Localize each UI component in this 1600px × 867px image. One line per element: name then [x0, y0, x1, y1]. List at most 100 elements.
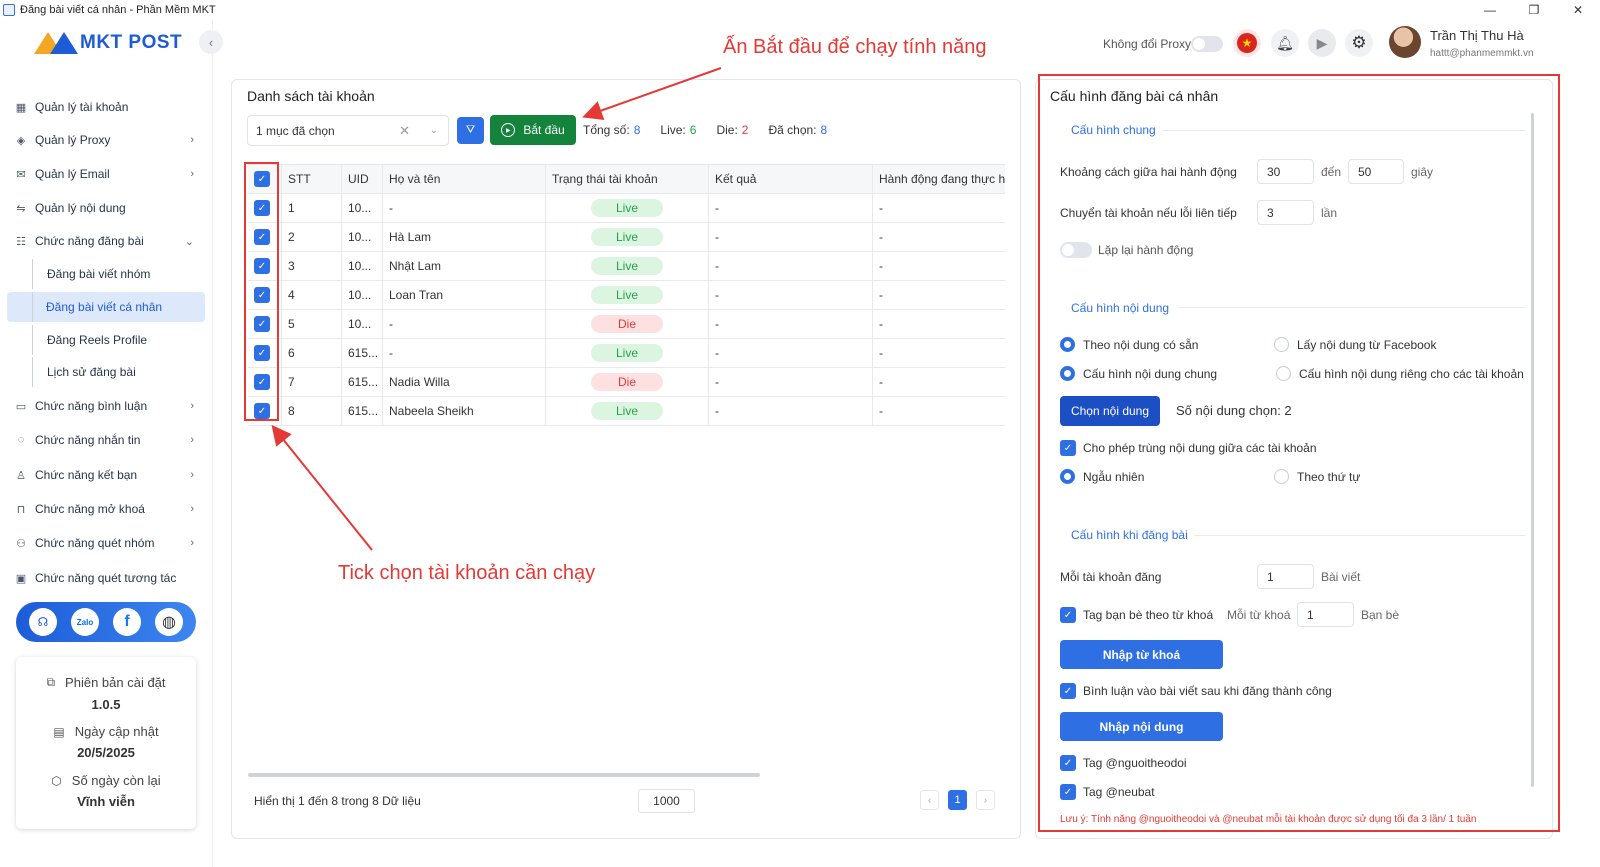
layers-icon: ◈ [16, 134, 26, 147]
sidebar-item-proxy[interactable]: ◈ Quản lý Proxy › [14, 128, 204, 152]
sidebar-subitem-reels[interactable]: Đăng Reels Profile [32, 325, 205, 355]
bell-icon[interactable]: 🔔︎ [1271, 29, 1299, 57]
table-row[interactable]: ✓ 8 615... Nabeela Sheikh Live - - [248, 397, 1005, 426]
cell-uid: 10... [342, 194, 383, 222]
sidebar-item-scan-interaction[interactable]: ▣ Chức năng quét tương tác [14, 566, 204, 590]
cell-name: Nabeela Sheikh [383, 397, 546, 425]
days-value: Vĩnh viễn [77, 794, 135, 809]
box-icon: ⬡ [51, 773, 62, 788]
status-badge: Live [591, 228, 663, 246]
table-row[interactable]: ✓ 2 10... Hà Lam Live - - [248, 223, 1005, 252]
cell-result: - [709, 223, 873, 251]
sidebar-item-message[interactable]: ◌ Chức năng nhắn tin › [14, 428, 204, 452]
page-1-button[interactable]: 1 [948, 790, 967, 810]
cell-status: Live [546, 252, 709, 280]
table-row[interactable]: ✓ 4 10... Loan Tran Live - - [248, 281, 1005, 310]
cell-name: - [383, 310, 546, 338]
prev-page-button[interactable]: ‹ [920, 790, 939, 810]
group-icon: ⚇ [16, 537, 26, 550]
globe-icon[interactable]: ◍ [155, 608, 183, 636]
total-label: Tổng số: [583, 123, 630, 137]
zalo-icon[interactable]: Zalo [71, 608, 99, 636]
chevron-down-icon[interactable]: ⌄ [430, 125, 438, 136]
cell-result: - [709, 368, 873, 396]
sidebar-item-scan-group[interactable]: ⚇ Chức năng quét nhóm › [14, 531, 204, 555]
sidebar-subitem-group-post[interactable]: Đăng bài viết nhóm [32, 259, 205, 289]
sidebar-item-comment[interactable]: ▭ Chức năng bình luận › [14, 394, 204, 418]
page-size-select[interactable]: 1000 [638, 789, 695, 813]
col-stt[interactable]: STT [282, 165, 342, 193]
table-row[interactable]: ✓ 6 615... - Live - - [248, 339, 1005, 368]
status-badge: Live [591, 344, 663, 362]
cell-name: - [383, 194, 546, 222]
table-row[interactable]: ✓ 5 10... - Die - - [248, 310, 1005, 339]
col-result[interactable]: Kết quả [709, 165, 873, 193]
table-footer-text: Hiển thị 1 đến 8 trong 8 Dữ liệu [254, 794, 421, 808]
chevron-right-icon: › [190, 400, 194, 412]
cell-result: - [709, 397, 873, 425]
status-badge: Live [591, 286, 663, 304]
sidebar-item-label: Chức năng mở khoá [35, 502, 145, 516]
proxy-label: Không đổi Proxy [1103, 37, 1192, 51]
cell-status: Live [546, 397, 709, 425]
sidebar-subitem-history[interactable]: Lịch sử đăng bài [32, 357, 205, 387]
gear-icon[interactable]: ⚙ [1345, 29, 1373, 57]
logo-mark-icon [34, 32, 78, 54]
account-select[interactable]: 1 mục đã chọn ✕ ⌄ [247, 115, 449, 146]
minimize-button[interactable]: — [1468, 0, 1512, 20]
sidebar-item-accounts[interactable]: ▦ Quản lý tài khoản [14, 95, 204, 119]
cell-result: - [709, 339, 873, 367]
cell-result: - [709, 310, 873, 338]
restore-button[interactable]: ❐ [1512, 0, 1556, 20]
sidebar-item-friend[interactable]: ♙ Chức năng kết bạn › [14, 463, 204, 487]
play-icon[interactable]: ▶ [1308, 29, 1336, 57]
cell-action: - [879, 375, 883, 389]
sidebar-item-unlock[interactable]: ⊓ Chức năng mở khoá › [14, 497, 204, 521]
update-label: Ngày cập nhật [74, 724, 159, 739]
facebook-icon[interactable]: f [113, 608, 141, 636]
cell-name: - [383, 339, 546, 367]
next-page-button[interactable]: › [976, 790, 995, 810]
version-label: Phiên bản cài đặt [65, 675, 166, 690]
sidebar-item-label: Chức năng quét nhóm [35, 536, 155, 550]
config-highlight-box [1038, 74, 1560, 832]
clear-icon[interactable]: ✕ [399, 123, 410, 139]
cell-stt: 1 [282, 194, 342, 222]
cell-stt: 5 [282, 310, 342, 338]
sidebar-item-label: Chức năng nhắn tin [35, 433, 141, 447]
sidebar-item-label: Quản lý Proxy [35, 133, 111, 147]
account-stats: Tổng số: 8 Live: 6 Die: 2 Đã chọn: 8 [583, 123, 843, 137]
cell-action: - [879, 404, 883, 418]
filter-button[interactable]: ⛛ [457, 117, 484, 144]
col-name[interactable]: Họ và tên [383, 165, 546, 193]
col-status[interactable]: Trạng thái tài khoản [546, 165, 709, 193]
avatar[interactable] [1389, 26, 1421, 58]
collapse-sidebar-button[interactable]: ‹ [199, 30, 223, 54]
col-action[interactable]: Hành động đang thực h [873, 165, 1005, 193]
language-flag-icon[interactable]: ★ [1233, 29, 1261, 57]
start-button[interactable]: ▶ Bắt đầu [490, 115, 576, 145]
cell-stt: 8 [282, 397, 342, 425]
cell-stt: 4 [282, 281, 342, 309]
sidebar-subitem-personal-post[interactable]: Đăng bài viết cá nhân [7, 292, 205, 322]
cell-name: Hà Lam [383, 223, 546, 251]
table-row[interactable]: ✓ 1 10... - Live - - [248, 194, 1005, 223]
sidebar-item-posting[interactable]: ☷ Chức năng đăng bài ⌄ [14, 229, 204, 253]
cell-name: Nadia Willa [383, 368, 546, 396]
cell-stt: 2 [282, 223, 342, 251]
sidebar-item-label: Quản lý nội dung [35, 201, 126, 215]
col-uid[interactable]: UID [342, 165, 383, 193]
sidebar-item-email[interactable]: ✉ Quản lý Email › [14, 162, 204, 186]
sidebar-item-content[interactable]: ⇋ Quản lý nội dung [14, 196, 204, 220]
horizontal-scrollbar[interactable] [248, 773, 760, 777]
table-row[interactable]: ✓ 7 615... Nadia Willa Die - - [248, 368, 1005, 397]
selected-count: 8 [820, 123, 828, 137]
start-hint-annotation: Ấn Bắt đầu để chạy tính năng [723, 36, 987, 58]
chevron-down-icon: ⌄ [184, 235, 194, 248]
close-button[interactable]: ✕ [1556, 0, 1600, 20]
table-row[interactable]: ✓ 3 10... Nhật Lam Live - - [248, 252, 1005, 281]
table-header: ✓ STT UID Họ và tên Trạng thái tài khoản… [248, 165, 1005, 194]
cell-result: - [709, 194, 873, 222]
support-icon[interactable]: ☊ [29, 608, 57, 636]
proxy-toggle[interactable] [1191, 36, 1223, 52]
